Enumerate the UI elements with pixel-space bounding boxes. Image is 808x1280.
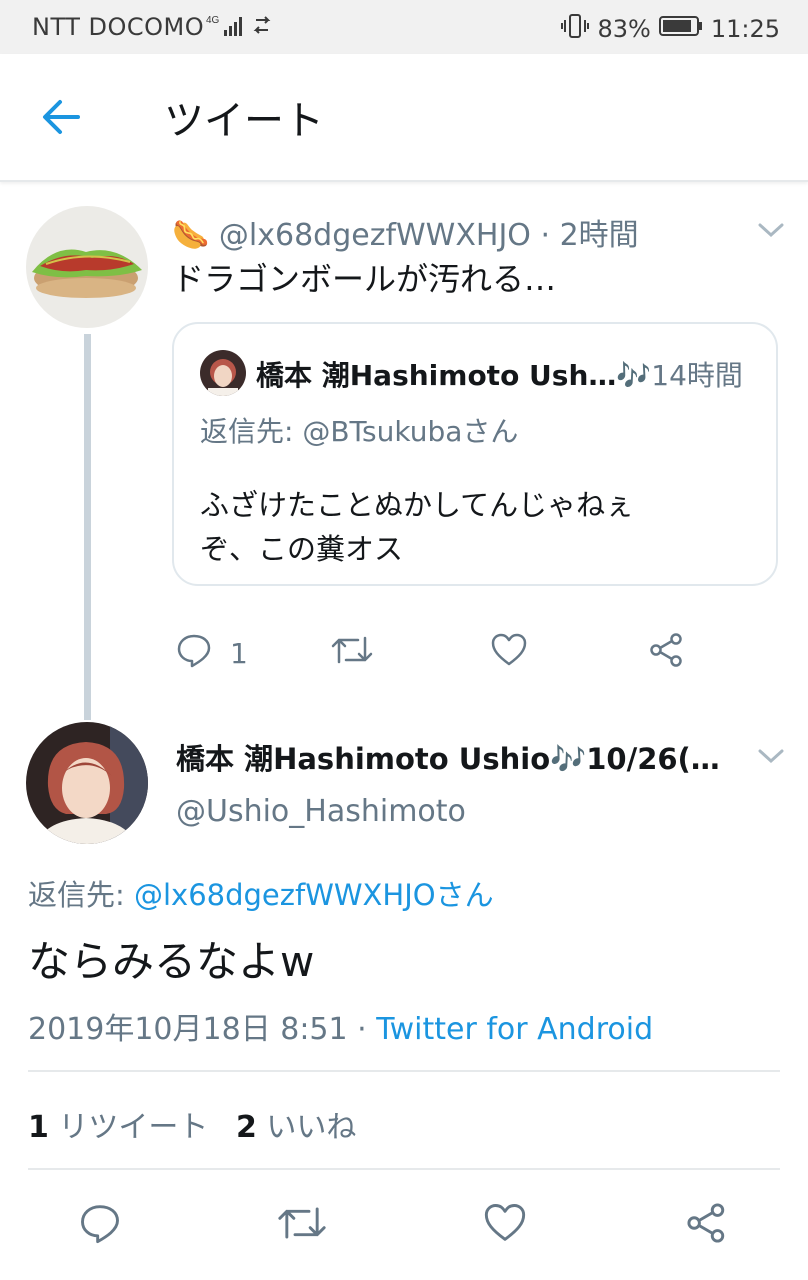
app-bar: ツイート (0, 54, 808, 182)
user-handle[interactable]: @lx68dgezfWWXHJO (219, 218, 531, 253)
retweet-label[interactable]: リツイート (58, 1110, 208, 1145)
quote-avatar (200, 350, 246, 396)
retweet-count[interactable]: 1 (28, 1110, 49, 1145)
reply-prefix: 返信先: (200, 415, 294, 448)
network-type: 4G (206, 15, 220, 26)
carrier-name: NTT DOCOMO (32, 13, 205, 41)
engagement-stats: 1 リツイート 2 いいね (28, 1102, 356, 1146)
music-emoji: 🎶 (616, 359, 652, 392)
share-button[interactable] (684, 1202, 730, 1251)
chevron-down-icon[interactable] (756, 220, 786, 240)
reply-prefix: 返信先: (28, 878, 125, 912)
reply-icon (176, 632, 212, 675)
music-emoji: 🎶 (550, 742, 587, 776)
tweet-date: 10/26(… (586, 742, 720, 776)
avatar[interactable] (26, 722, 148, 844)
tweet-text: ならみるなよw (28, 937, 315, 986)
tweet-meta: 2019年10月18日 8:51 · Twitter for Android (28, 1012, 654, 1047)
signal-icon: 4G (206, 12, 276, 46)
reply-count: 1 (230, 637, 248, 670)
reply-button[interactable]: 1 (176, 632, 248, 675)
like-label[interactable]: いいね (266, 1110, 356, 1145)
chevron-down-icon[interactable] (756, 746, 786, 766)
divider (28, 1168, 780, 1170)
quote-time: 14時間 (651, 359, 743, 392)
user-handle[interactable]: @Ushio_Hashimoto (176, 794, 466, 829)
avatar[interactable] (26, 206, 148, 328)
clock: 11:25 (710, 15, 780, 43)
like-button[interactable] (490, 632, 528, 675)
quote-reply-context: 返信先: @BTsukubaさん (200, 410, 518, 450)
quoted-tweet[interactable]: 橋本 潮Hashimoto Ush…🎶14時間 返信先: @BTsukubaさん… (172, 322, 778, 586)
display-name[interactable]: 橋本 潮Hashimoto Ushio (176, 742, 550, 776)
quote-display-name: 橋本 潮Hashimoto Ush… (256, 359, 617, 392)
share-icon (684, 1202, 730, 1251)
thread-line (84, 334, 91, 720)
retweet-button[interactable] (330, 632, 374, 675)
back-arrow-icon[interactable] (36, 92, 86, 142)
reply-context: 返信先: @lx68dgezfWWXHJOさん (28, 872, 494, 914)
reply-to-handle[interactable]: @lx68dgezfWWXHJOさん (134, 878, 494, 912)
reply-button[interactable] (78, 1202, 122, 1251)
tweet-time: 2時間 (559, 218, 639, 253)
divider (28, 1070, 780, 1072)
like-button[interactable] (482, 1202, 528, 1251)
page-title: ツイート (164, 98, 324, 144)
battery-icon (658, 14, 703, 44)
quote-text-line1: ふざけたことぬかしてんじゃねぇ (200, 488, 635, 522)
retweet-icon (330, 632, 374, 675)
like-icon (490, 632, 528, 675)
reply-icon (78, 1202, 122, 1251)
battery-percent: 83% (597, 15, 651, 43)
quote-header: 橋本 潮Hashimoto Ush…🎶14時間 (256, 354, 743, 394)
status-bar: NTT DOCOMO 4G 83% 11:25 (0, 0, 808, 54)
retweet-button[interactable] (276, 1202, 328, 1251)
hotdog-emoji: 🌭 (172, 218, 210, 253)
tweet-header: 🌭 @lx68dgezfWWXHJO · 2時間 (172, 218, 639, 253)
share-icon (648, 632, 686, 675)
tweet-timestamp: 2019年10月18日 8:51 (28, 1012, 348, 1047)
tweet-source[interactable]: Twitter for Android (376, 1012, 653, 1047)
tweet-header: 橋本 潮Hashimoto Ushio🎶10/26(… (176, 736, 720, 778)
reply-to-handle[interactable]: @BTsukubaさん (302, 415, 518, 448)
quote-text-line2: ぞ、この糞オス (200, 532, 404, 566)
retweet-icon (276, 1202, 328, 1251)
like-count[interactable]: 2 (236, 1110, 257, 1145)
vibrate-icon (561, 13, 590, 45)
tweet-text: ドラゴンボールが汚れる… (172, 260, 557, 298)
like-icon (482, 1202, 528, 1251)
share-button[interactable] (648, 632, 686, 675)
